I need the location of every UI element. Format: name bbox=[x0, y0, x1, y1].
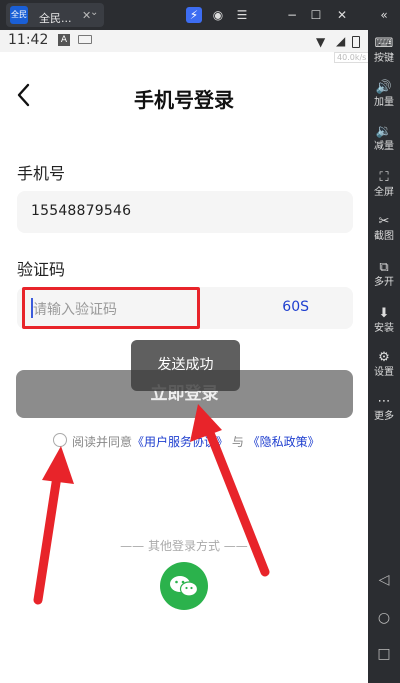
sidebar-item-keys[interactable]: ⌨ 按键 bbox=[368, 36, 400, 66]
toast-text: 发送成功 bbox=[157, 357, 214, 373]
more-icon: ⋯ bbox=[377, 394, 391, 409]
sidebar-item-more[interactable]: ⋯ 更多 bbox=[368, 394, 400, 424]
page-title: 手机号登录 bbox=[134, 88, 234, 112]
nav-home-icon[interactable]: ○ bbox=[368, 610, 400, 626]
lightning-icon[interactable]: ⚡ bbox=[186, 7, 202, 23]
phone-value: 15548879546 bbox=[31, 203, 132, 219]
sidebar-item-settings[interactable]: ⚙ 设置 bbox=[368, 350, 400, 380]
phone-input[interactable]: 15548879546 bbox=[17, 191, 353, 233]
agreement-prefix: 阅读并同意 bbox=[72, 435, 133, 449]
volume-down-icon: 🔉 bbox=[375, 124, 393, 139]
status-time: 11:42 bbox=[8, 32, 49, 48]
user-icon[interactable]: ◉ bbox=[210, 7, 226, 23]
page-header: 手机号登录 bbox=[0, 70, 368, 120]
fullscreen-icon: ⛶ bbox=[379, 170, 389, 185]
keyboard-icon: ⌨ bbox=[374, 36, 394, 51]
emulator-titlebar: 全民... ✕ 全民 ⌄ ⚡ ◉ ☰ − ☐ ✕ « bbox=[0, 0, 400, 30]
sidebar-item-fullscreen[interactable]: ⛶ 全屏 bbox=[368, 170, 400, 200]
arrow-to-checkbox bbox=[33, 446, 74, 605]
maximize-icon[interactable]: ☐ bbox=[308, 7, 324, 23]
battery-icon bbox=[352, 36, 360, 48]
phone-label: 手机号 bbox=[17, 164, 66, 183]
keyboard-status-icon bbox=[78, 35, 92, 44]
status-bar: 11:42 A ▼ ◢ bbox=[0, 30, 368, 52]
menu-icon[interactable]: ☰ bbox=[234, 7, 250, 23]
network-speed-badge: 40.0k/s bbox=[334, 52, 370, 63]
signal-icon: ◢ bbox=[336, 34, 346, 48]
volume-up-icon: 🔊 bbox=[375, 80, 393, 95]
minimize-icon[interactable]: − bbox=[284, 7, 300, 23]
notification-a-icon: A bbox=[58, 34, 70, 46]
toast-message: 发送成功 bbox=[131, 340, 240, 391]
settings-icon: ⚙ bbox=[378, 350, 390, 365]
wechat-login-button[interactable] bbox=[160, 562, 208, 610]
sidebar-item-install[interactable]: ⬇ 安装 bbox=[368, 306, 400, 336]
sidebar-item-volume-up[interactable]: 🔊 加量 bbox=[368, 80, 400, 110]
emulator-sidebar: ⌨ 按键 🔊 加量 🔉 减量 ⛶ 全屏 ✂ 截图 ⧉ 多开 ⬇ 安装 ⚙ 设置 … bbox=[368, 30, 400, 683]
close-icon[interactable]: ✕ bbox=[334, 7, 350, 23]
sidebar-item-volume-down[interactable]: 🔉 减量 bbox=[368, 124, 400, 154]
collapse-sidebar-icon[interactable]: « bbox=[376, 7, 392, 23]
nav-recent-icon[interactable]: □ bbox=[368, 646, 400, 662]
resend-countdown[interactable]: 60S bbox=[282, 299, 309, 315]
other-login-label: —— 其他登录方式 —— bbox=[120, 539, 248, 553]
code-label: 验证码 bbox=[17, 260, 66, 279]
sidebar-item-screenshot[interactable]: ✂ 截图 bbox=[368, 214, 400, 244]
sidebar-item-multi-instance[interactable]: ⧉ 多开 bbox=[368, 260, 400, 290]
scissors-icon: ✂ bbox=[378, 214, 390, 229]
nav-back-icon[interactable]: ◁ bbox=[368, 572, 400, 588]
terms-link[interactable]: 《用户服务协议》 bbox=[132, 435, 228, 449]
wechat-icon bbox=[170, 576, 199, 597]
multi-instance-icon: ⧉ bbox=[379, 260, 389, 275]
agreement-checkbox[interactable] bbox=[53, 433, 67, 447]
privacy-link[interactable]: 《隐私政策》 bbox=[248, 435, 320, 449]
wifi-icon: ▼ bbox=[316, 35, 326, 49]
app-logo: 全民 bbox=[10, 6, 28, 24]
apk-install-icon: ⬇ bbox=[378, 306, 390, 321]
agreement-and: 与 bbox=[228, 435, 248, 449]
tab-dropdown-icon[interactable]: ⌄ bbox=[90, 7, 98, 18]
annotation-highlight-box bbox=[22, 287, 200, 329]
tab-title: 全民... bbox=[39, 12, 72, 25]
